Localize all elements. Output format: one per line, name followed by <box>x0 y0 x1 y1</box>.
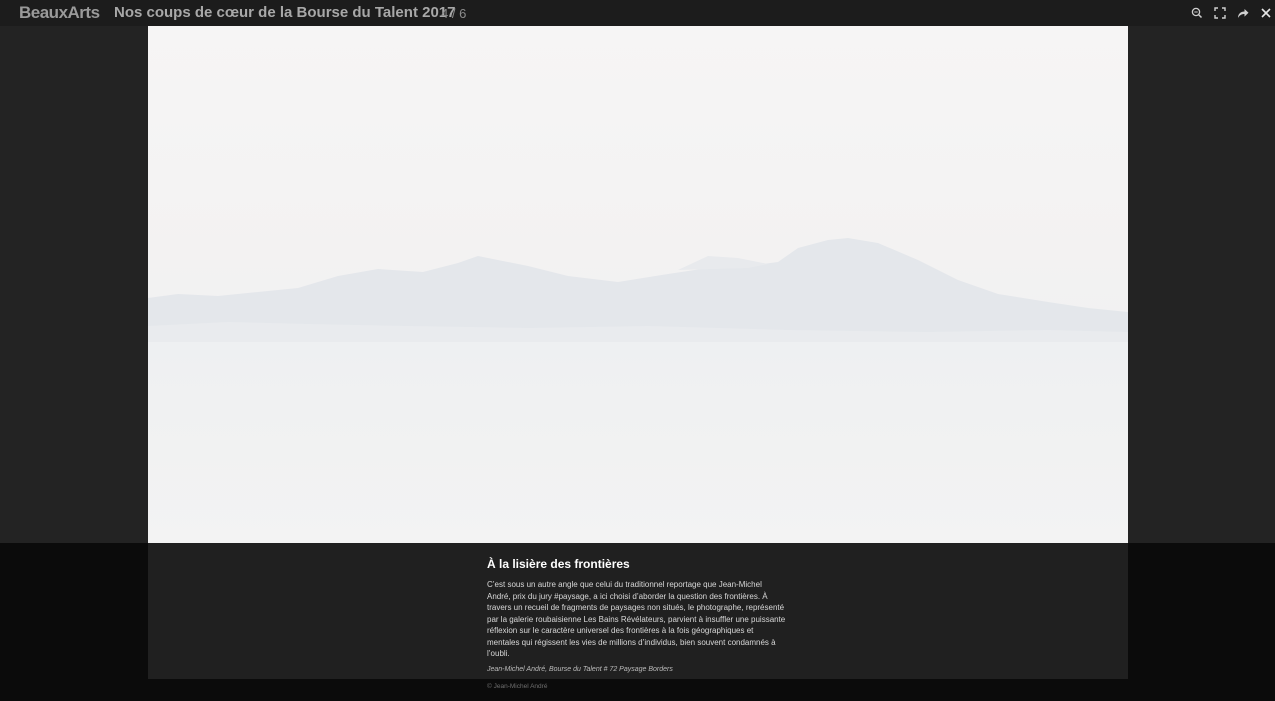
slide-photo[interactable] <box>148 26 1128 543</box>
gallery-title: Nos coups de cœur de la Bourse du Talent… <box>114 4 456 21</box>
caption-body: C’est sous un autre angle que celui du t… <box>487 580 786 658</box>
brand-logo[interactable]: BeauxArts <box>19 3 100 23</box>
fullscreen-icon <box>1214 7 1226 19</box>
lightbox-toolbar: BeauxArts Nos coups de cœur de la Bourse… <box>0 0 1275 26</box>
share-button[interactable] <box>1233 3 1253 23</box>
zoom-icon <box>1191 7 1203 19</box>
slide-counter: 4 / 6 <box>441 6 467 21</box>
zoom-button[interactable] <box>1187 3 1207 23</box>
landscape-photo-image <box>148 238 1128 543</box>
share-icon <box>1238 9 1249 18</box>
caption-band: À la lisière des frontières C’est sous u… <box>0 543 1275 701</box>
slide-viewport <box>0 26 1275 543</box>
fullscreen-button[interactable] <box>1210 3 1230 23</box>
caption-heading: À la lisière des frontières <box>487 557 630 571</box>
close-icon <box>1261 8 1271 18</box>
caption: À la lisière des frontières C’est sous u… <box>487 557 787 690</box>
close-button[interactable] <box>1256 3 1275 23</box>
caption-credit: Jean-Michel André, Bourse du Talent # 72… <box>487 665 673 673</box>
caption-copyright: © Jean-Michel André <box>487 682 548 690</box>
